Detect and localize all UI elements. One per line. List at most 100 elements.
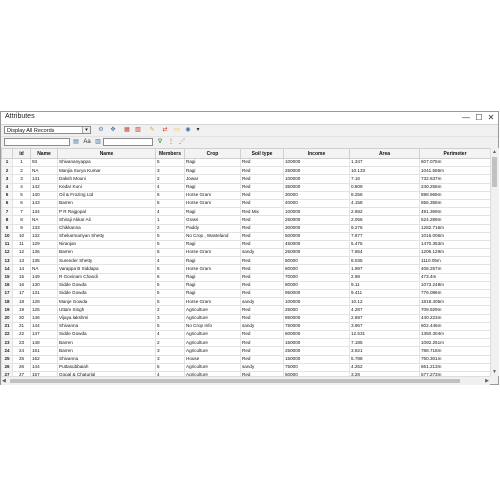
scroll-up-icon[interactable]: ▲ [492, 148, 497, 156]
edit-icon[interactable]: ✎ [147, 126, 157, 134]
table-row[interactable]: 24 24 161 Barren 3 Agriculture Red 250000 3.921 7… [1, 346, 490, 356]
table-cell[interactable]: Red [240, 166, 284, 176]
table-cell[interactable]: House [184, 354, 241, 364]
column-header[interactable]: Members [155, 148, 185, 159]
scroll-right-icon[interactable]: ▶ [485, 377, 489, 385]
table-cell[interactable]: 602.446m [419, 321, 490, 331]
table-cell[interactable]: 5 [155, 157, 185, 168]
table-cell[interactable]: 22 [12, 329, 31, 340]
table-cell[interactable]: 1206.129m [419, 248, 490, 258]
table-cell[interactable]: Red [240, 272, 284, 282]
table-cell[interactable]: Barren [57, 338, 156, 348]
table-cell[interactable]: 473.4m [419, 272, 490, 282]
column-header[interactable]: Crop [184, 148, 241, 159]
table-cell[interactable]: 2.697 [349, 313, 420, 323]
table-cell[interactable]: 240.256m [419, 182, 490, 192]
table-cell[interactable]: Ragi [184, 239, 241, 250]
row-number[interactable]: 12 [1, 248, 13, 258]
table-cell[interactable]: 100000 [283, 207, 350, 217]
table-cell[interactable]: 150000 [283, 338, 350, 348]
invert-selection-icon[interactable]: ⇄ [160, 126, 170, 134]
table-row[interactable]: 23 23 148 Barren 2 Agriculture Red 150000 7.185 1… [1, 338, 490, 348]
table-cell[interactable]: NA [30, 264, 58, 274]
table-cell[interactable]: Red [240, 182, 284, 192]
pan-selection-icon[interactable]: ✥ [108, 126, 118, 134]
table-cell[interactable]: Puttasubbaiah [57, 362, 156, 372]
table-cell[interactable]: 80000 [283, 280, 350, 291]
table-row[interactable]: 17 17 131 Sidde Gowda 5 Ragi Red 950000 9.411 776… [1, 288, 490, 299]
dropdown-arrow-icon[interactable]: ▾ [194, 126, 202, 134]
search-input[interactable] [4, 138, 70, 146]
table-cell[interactable]: 17 [12, 288, 31, 299]
table-cell[interactable]: 750000 [283, 321, 350, 331]
table-cell[interactable]: 1073.248m [419, 280, 490, 291]
folder-icon[interactable]: ▭ [172, 126, 182, 134]
table-cell[interactable]: 125 [30, 305, 58, 315]
table-cell[interactable]: 760.301m [419, 354, 490, 364]
table-cell[interactable]: Niranjan [57, 239, 156, 250]
table-cell[interactable]: 9.411 [349, 288, 420, 299]
text-case-icon[interactable]: Aa [83, 138, 91, 146]
table-cell[interactable]: R Govinam Chandi [57, 272, 156, 282]
table-cell[interactable]: 4.287 [349, 305, 420, 315]
table-cell[interactable]: 130 [30, 280, 58, 291]
table-cell[interactable]: 10.12 [349, 297, 420, 307]
table-cell[interactable]: Red [240, 354, 284, 364]
column-header[interactable]: Area [349, 148, 420, 159]
table-cell[interactable]: 5 [155, 362, 185, 372]
table-row[interactable]: 7 7 134 P R Rajgopal 4 Ragi Red Mix 100000 2.682… [1, 207, 490, 217]
table-cell[interactable]: Shiraji Akkar Ali [57, 215, 156, 225]
horizontal-scrollbar[interactable]: ◀ ▶ [1, 376, 490, 385]
table-cell[interactable]: 150000 [283, 354, 350, 364]
table-cell[interactable]: Red [240, 215, 284, 225]
table-cell[interactable]: Red [240, 256, 284, 266]
table-cell[interactable]: 11 [12, 239, 31, 250]
table-cell[interactable]: 140 [30, 190, 58, 200]
table-cell[interactable]: 19 [12, 305, 31, 315]
table-cell[interactable]: 2 [155, 223, 185, 233]
row-number[interactable]: 8 [1, 215, 13, 225]
table-cell[interactable]: 60000 [283, 264, 350, 274]
table-cell[interactable]: 1.997 [349, 264, 420, 274]
column-header[interactable]: Income [283, 148, 350, 159]
table-cell[interactable]: 2 [155, 305, 185, 315]
table-cell[interactable]: 788.718m [419, 346, 490, 356]
fields-icon[interactable]: ⋮ [167, 138, 175, 146]
vertical-scroll-thumb[interactable] [492, 157, 497, 187]
table-cell[interactable]: 2.056 [349, 215, 420, 225]
table-cell[interactable]: No Crop Info [184, 321, 241, 331]
table-cell[interactable]: 7.185 [349, 338, 420, 348]
table-cell[interactable]: P R Rajgopal [57, 207, 156, 217]
table-cell[interactable]: 2 [155, 174, 185, 184]
table-cell[interactable]: 13 [12, 256, 31, 266]
table-cell[interactable]: Ragi [184, 280, 241, 291]
table-cell[interactable]: Ragi [184, 207, 241, 217]
table-cell[interactable]: 4 [155, 207, 185, 217]
table-cell[interactable]: 21 [12, 321, 31, 331]
table-cell[interactable]: 16 [12, 280, 31, 291]
select-all-icon[interactable]: ▦ [122, 126, 132, 134]
deselect-icon[interactable]: ▧ [133, 126, 143, 134]
table-cell[interactable]: 5 [155, 321, 185, 331]
row-number[interactable]: 18 [1, 297, 13, 307]
table-cell[interactable]: 8 [12, 215, 31, 225]
table-cell[interactable]: 5 [12, 190, 31, 200]
table-cell[interactable]: 93 [30, 157, 58, 168]
table-cell[interactable]: 25000 [283, 305, 350, 315]
table-cell[interactable]: 440.223m [419, 313, 490, 323]
table-cell[interactable]: 4 [155, 182, 185, 192]
table-cell[interactable]: 524.289m [419, 215, 490, 225]
table-cell[interactable]: 500000 [283, 231, 350, 241]
table-row[interactable]: 11 11 129 Niranjan 5 Ragi Red 450000 5.475 1470.3… [1, 239, 490, 250]
table-cell[interactable]: 7.877 [349, 231, 420, 241]
table-cell[interactable]: 4.252 [349, 362, 420, 372]
table-cell[interactable]: 1470.353m [419, 239, 490, 250]
table-cell[interactable]: 250000 [283, 248, 350, 258]
table-row[interactable]: 26 26 144 Puttasubbaiah 5 Agriculture sandy 750… [1, 362, 490, 372]
expression-input[interactable] [103, 138, 153, 146]
table-cell[interactable]: 30000 [283, 190, 350, 200]
table-cell[interactable]: Chikkanna [57, 223, 156, 233]
table-cell[interactable]: Horse Gram [184, 248, 241, 258]
table-cell[interactable]: 100000 [283, 157, 350, 168]
table-cell[interactable]: 9.276 [349, 223, 420, 233]
